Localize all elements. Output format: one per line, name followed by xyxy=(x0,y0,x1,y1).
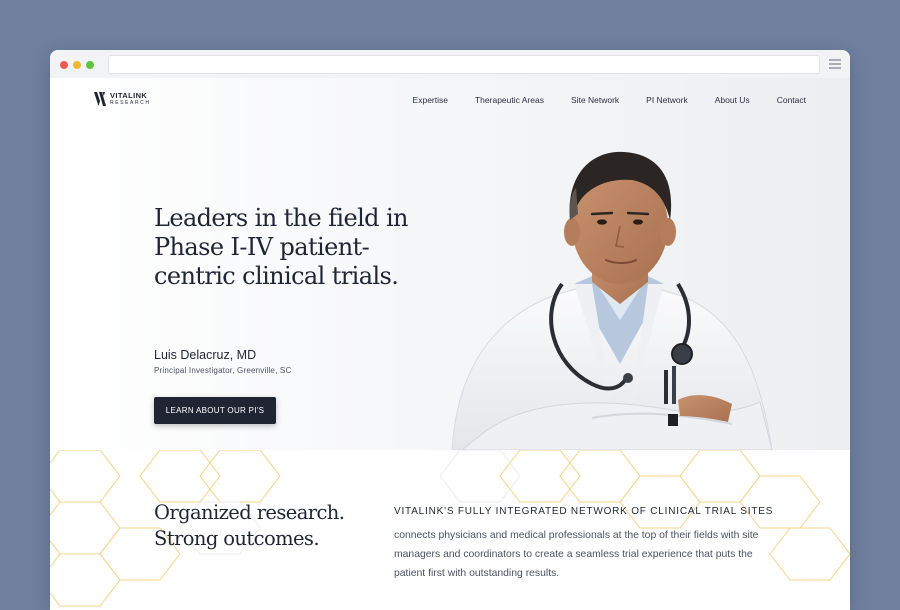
section-lead-heading: VITALINK'S FULLY INTEGRATED NETWORK OF C… xyxy=(394,506,774,517)
hero-headline: Leaders in the field in Phase I-IV patie… xyxy=(154,204,409,290)
investigator-name: Luis Delacruz, MD xyxy=(154,348,257,362)
nav-item-therapeutic-areas[interactable]: Therapeutic Areas xyxy=(475,95,544,105)
nav-item-expertise[interactable]: Expertise xyxy=(413,95,448,105)
hamburger-menu-icon[interactable] xyxy=(829,59,841,71)
nav-item-site-network[interactable]: Site Network xyxy=(571,95,619,105)
nav-item-about-us[interactable]: About Us xyxy=(715,95,750,105)
browser-window: VITALINK RESEARCH Expertise Therapeutic … xyxy=(50,50,850,610)
main-nav: Expertise Therapeutic Areas Site Network… xyxy=(386,95,806,105)
section-lead-body: connects physicians and medical professi… xyxy=(394,530,759,579)
section-tagline: Organized research. Strong outcomes. xyxy=(154,501,345,550)
minimize-window-button[interactable] xyxy=(73,61,81,69)
address-bar[interactable] xyxy=(108,55,820,74)
nav-item-contact[interactable]: Contact xyxy=(777,95,806,105)
doctor-portrait-image xyxy=(451,151,773,450)
brand-subtitle: RESEARCH xyxy=(110,99,151,106)
close-window-button[interactable] xyxy=(60,61,68,69)
browser-toolbar xyxy=(50,50,850,79)
intro-section: Organized research. Strong outcomes. VIT… xyxy=(50,450,850,610)
hero-section: VITALINK RESEARCH Expertise Therapeutic … xyxy=(50,78,850,450)
investigator-title: Principal Investigator, Greenville, SC xyxy=(154,366,292,375)
nav-item-pi-network[interactable]: PI Network xyxy=(646,95,688,105)
learn-about-pis-button[interactable]: LEARN ABOUT OUR PI'S xyxy=(154,397,276,424)
vitalink-logo-mark-icon xyxy=(94,92,106,106)
maximize-window-button[interactable] xyxy=(86,61,94,69)
site-logo[interactable]: VITALINK RESEARCH xyxy=(94,92,151,106)
brand-name: VITALINK xyxy=(110,91,148,101)
